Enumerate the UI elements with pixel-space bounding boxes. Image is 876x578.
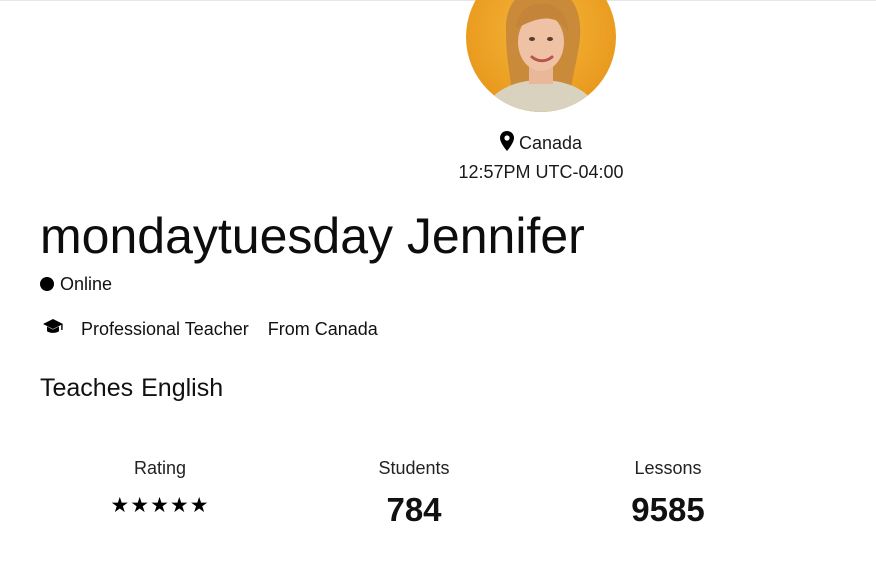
teacher-type: Professional Teacher (81, 319, 249, 339)
top-divider (0, 0, 876, 1)
teacher-meta: Professional Teacher From Canada (42, 318, 378, 341)
stat-students: Students 784 (314, 458, 514, 529)
rating-stars: ★★★★★ (110, 494, 210, 517)
status-dot-icon (40, 277, 54, 291)
graduation-cap-icon (42, 318, 64, 341)
students-label: Students (378, 458, 450, 478)
stat-lessons: Lessons 9585 (568, 458, 768, 529)
location: Canada (0, 131, 876, 156)
rating-label: Rating (133, 458, 187, 478)
avatar-image (466, 0, 616, 112)
map-pin-icon (499, 131, 514, 156)
teacher-name: mondaytuesday Jennifer (40, 208, 585, 264)
online-status: Online (40, 274, 112, 295)
students-count: 784 (386, 491, 442, 528)
teaches-language-value: English (141, 374, 224, 402)
from-country: From Canada (267, 319, 378, 339)
teaches-label: Teaches (40, 374, 134, 402)
lessons-label: Lessons (634, 458, 702, 478)
lessons-count: 9585 (631, 491, 705, 528)
status-label: Online (60, 274, 113, 294)
location-country: Canada (518, 133, 583, 153)
local-time: 12:57PM UTC-04:00 (458, 162, 624, 182)
stat-rating: Rating ★★★★★ (60, 458, 260, 518)
stats-row: Rating ★★★★★ Students 784 Lessons 9585 (0, 458, 876, 538)
teaches-language: Teaches English (40, 374, 223, 403)
avatar (466, 0, 616, 112)
